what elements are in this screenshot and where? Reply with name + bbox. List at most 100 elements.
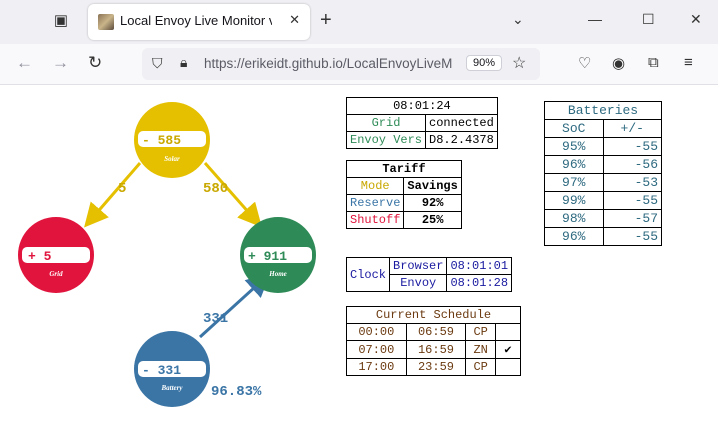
check-icon: ✔ xyxy=(495,340,521,359)
zoom-badge[interactable]: 90% xyxy=(466,55,503,71)
battery-soc: 96% xyxy=(544,155,604,174)
url-bar[interactable]: ⛉ 🔒︎ https://erikeidt.github.io/LocalEnv… xyxy=(142,48,540,80)
grid-node: + 5 Grid xyxy=(18,217,94,293)
battery-row: 96% -55 xyxy=(544,227,662,246)
list-all-tabs-icon[interactable]: ⌄ xyxy=(512,11,524,28)
schedule-end: 06:59 xyxy=(405,323,467,341)
bookmark-star-icon[interactable]: ☆ xyxy=(512,53,526,73)
battery-to-home-value: 331 xyxy=(203,311,228,327)
browser-clock-value: 08:01:01 xyxy=(446,257,513,275)
new-tab-icon[interactable]: + xyxy=(320,9,332,32)
schedule-end: 23:59 xyxy=(405,358,467,376)
grid-status-value: connected xyxy=(425,114,498,132)
clock-table: Clock Browser 08:01:01 Envoy 08:01:28 xyxy=(345,257,513,292)
soc-header: SoC xyxy=(544,119,604,138)
home-value: + 911 xyxy=(248,249,287,264)
battery-delta: -55 xyxy=(602,137,662,156)
schedule-mode: ZN xyxy=(465,340,496,359)
schedule-end: 16:59 xyxy=(405,340,467,359)
minimize-icon[interactable]: — xyxy=(588,11,602,27)
shield-icon[interactable]: ⛉ xyxy=(152,55,163,72)
envoy-clock-label: Envoy xyxy=(389,274,448,292)
forward-icon[interactable]: → xyxy=(52,53,69,73)
reload-icon[interactable]: ↻ xyxy=(88,53,102,73)
browser-tab[interactable]: Local Envoy Live Monitor v0.1.7 ✕ xyxy=(88,4,310,40)
reserve-label: Reserve xyxy=(345,194,405,212)
schedule-row: 17:00 23:59 CP xyxy=(346,358,521,376)
solar-to-grid-value: 5 xyxy=(118,181,126,197)
solar-to-home-value: 580 xyxy=(203,181,228,197)
schedule-mode: CP xyxy=(465,323,496,341)
envoy-clock-value: 08:01:28 xyxy=(446,274,513,292)
battery-row: 97% -53 xyxy=(544,173,662,192)
battery-soc: 98% xyxy=(544,209,604,228)
shutoff-value: 25% xyxy=(403,211,462,229)
tariff-table: Tariff Mode Savings Reserve 92% Shutoff … xyxy=(345,160,462,229)
mode-label: Mode xyxy=(345,177,405,195)
back-icon[interactable]: ← xyxy=(16,53,33,73)
battery-row: 95% -55 xyxy=(544,137,662,156)
battery-delta: -55 xyxy=(602,227,662,246)
close-window-icon[interactable]: ✕ xyxy=(690,11,702,28)
battery-row: 98% -57 xyxy=(544,209,662,228)
battery-soc: 97% xyxy=(544,173,604,192)
pocket-icon[interactable]: ♡ xyxy=(578,54,591,72)
battery-value: - 331 xyxy=(142,363,181,378)
power-flow-diagram: 5 580 331 96.83% - 585 Solar + 5 Grid + … xyxy=(18,102,316,407)
battery-row: 96% -56 xyxy=(544,155,662,174)
home-node: + 911 Home xyxy=(240,217,316,293)
batteries-table: Batteries SoC +/- 95% -55 96% -56 97% -53 9… xyxy=(544,101,662,246)
extensions-icon[interactable]: ⧉ xyxy=(648,54,659,71)
schedule-table: Current Schedule 00:00 06:59 CP 07:00 16… xyxy=(346,306,521,376)
battery-delta: -56 xyxy=(602,155,662,174)
tab-list-icon[interactable]: ▣ xyxy=(50,10,72,32)
solar-value: - 585 xyxy=(142,133,181,148)
shutoff-label: Shutoff xyxy=(345,211,405,229)
schedule-start: 07:00 xyxy=(346,340,407,359)
schedule-start: 00:00 xyxy=(346,323,407,341)
schedule-active-mark xyxy=(495,358,521,376)
reserve-value: 92% xyxy=(403,194,462,212)
schedule-mode: CP xyxy=(465,358,496,376)
envoy-version-label: Envoy Vers xyxy=(345,131,427,149)
tab-bar: ▣ Local Envoy Live Monitor v0.1.7 ✕ + ⌄ … xyxy=(0,0,718,44)
solar-label: Solar xyxy=(164,155,180,163)
delta-header: +/- xyxy=(602,119,662,138)
close-tab-icon[interactable]: ✕ xyxy=(289,12,300,28)
battery-delta: -53 xyxy=(602,173,662,192)
solar-node: - 585 Solar xyxy=(134,102,210,178)
page-content: 5 580 331 96.83% - 585 Solar + 5 Grid + … xyxy=(0,85,718,442)
home-label: Home xyxy=(268,270,287,278)
browser-clock-label: Browser xyxy=(389,257,448,275)
grid-status-label: Grid xyxy=(345,114,427,132)
battery-soc: 96% xyxy=(544,227,604,246)
battery-soc-value: 96.83% xyxy=(211,384,262,400)
envoy-version-value: D8.2.4378 xyxy=(425,131,498,149)
account-icon[interactable]: ◉ xyxy=(612,54,625,72)
nav-bar: ← → ↻ ⛉ 🔒︎ https://erikeidt.github.io/Lo… xyxy=(0,44,718,85)
maximize-icon[interactable]: ☐ xyxy=(642,11,655,28)
battery-row: 99% -55 xyxy=(544,191,662,210)
schedule-row: 07:00 16:59 ZN ✔ xyxy=(346,340,521,359)
schedule-row: 00:00 06:59 CP xyxy=(346,323,521,341)
favicon-icon xyxy=(98,14,114,30)
url-text[interactable]: https://erikeidt.github.io/LocalEnvoyLiv… xyxy=(204,56,454,71)
battery-label: Battery xyxy=(161,384,184,392)
schedule-active-mark xyxy=(495,323,521,341)
mode-value: Savings xyxy=(403,177,462,195)
menu-icon[interactable]: ≡ xyxy=(684,54,693,71)
battery-soc: 95% xyxy=(544,137,604,156)
clock-label: Clock xyxy=(345,257,391,292)
battery-node: - 331 Battery xyxy=(134,331,210,407)
battery-soc: 99% xyxy=(544,191,604,210)
lock-icon[interactable]: 🔒︎ xyxy=(180,54,187,71)
tab-title: Local Envoy Live Monitor v0.1.7 xyxy=(120,13,272,28)
solar-to-grid-arrow xyxy=(84,162,142,228)
status-table: 08:01:24 Grid connected Envoy Vers D8.2.… xyxy=(345,97,498,149)
schedule-start: 17:00 xyxy=(346,358,407,376)
batteries-title: Batteries xyxy=(544,101,662,120)
grid-value: + 5 xyxy=(28,249,52,264)
schedule-title: Current Schedule xyxy=(346,306,521,324)
battery-delta: -57 xyxy=(602,209,662,228)
grid-label: Grid xyxy=(49,270,63,278)
